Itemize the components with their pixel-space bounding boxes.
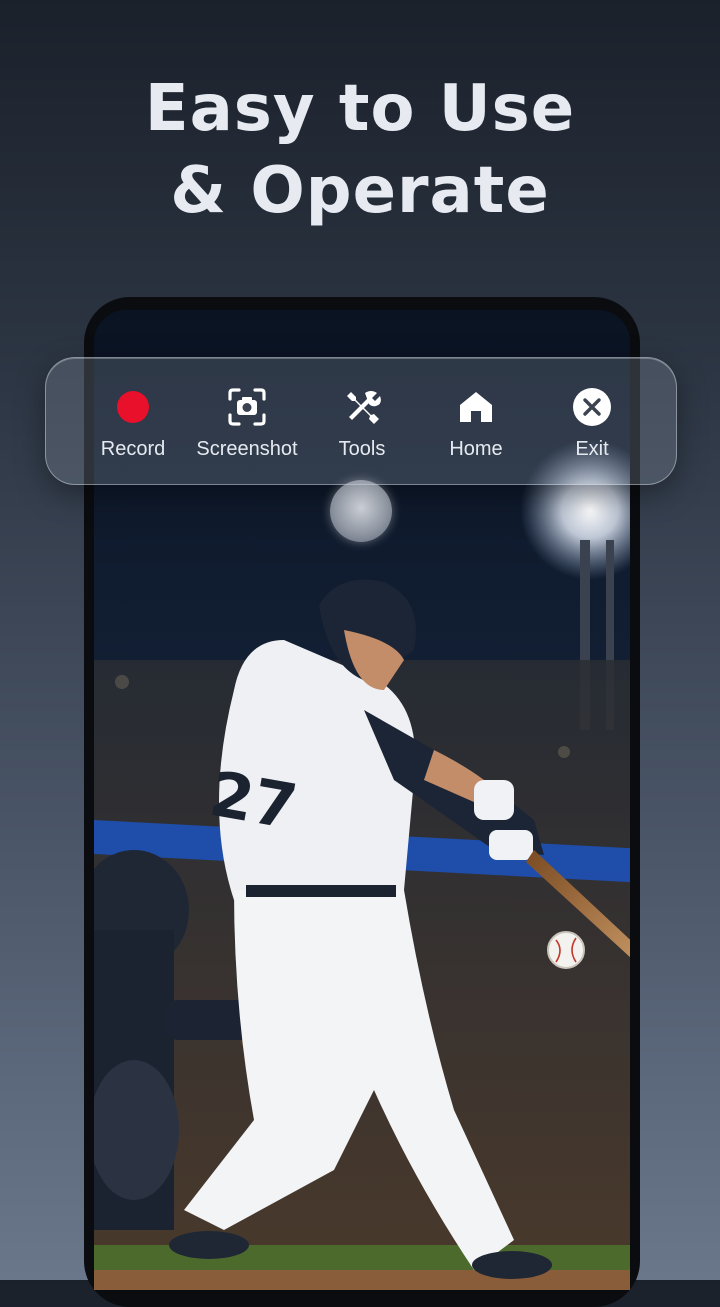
floating-drag-handle[interactable] [330,480,392,542]
home-label: Home [449,438,503,460]
home-button[interactable]: Home [416,358,536,484]
tools-button[interactable]: Tools [302,358,422,484]
record-dot-icon [113,387,153,427]
floating-toolbar: Record Screenshot Tools Home Exit [45,357,677,485]
screenshot-camera-icon [227,387,267,427]
record-button[interactable]: Record [73,358,193,484]
screenshot-label: Screenshot [196,438,298,460]
headline: Easy to Use & Operate [0,68,720,232]
screenshot-button[interactable]: Screenshot [187,358,307,484]
home-icon [456,387,496,427]
headline-line-2: & Operate [170,154,550,228]
tools-label: Tools [338,438,386,460]
headline-line-1: Easy to Use [144,72,576,146]
record-label: Record [100,438,166,460]
baseball [547,931,585,969]
jersey-number: 27 [205,757,303,844]
wrench-screwdriver-icon [342,387,382,427]
exit-button[interactable]: Exit [532,358,652,484]
close-circle-icon [572,387,612,427]
exit-label: Exit [575,438,609,460]
